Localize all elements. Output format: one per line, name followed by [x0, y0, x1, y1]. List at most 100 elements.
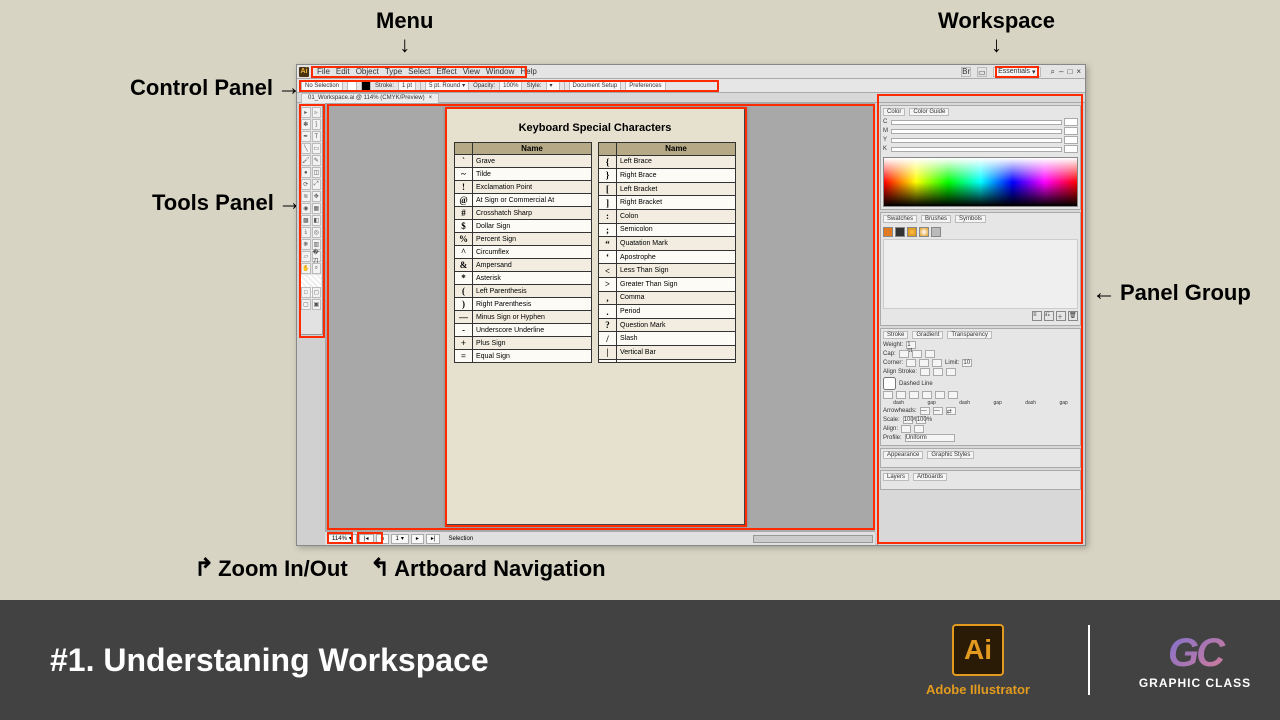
- align-arrow-tip-button[interactable]: [914, 425, 924, 433]
- fill-swatch[interactable]: [347, 81, 357, 91]
- tab-appearance[interactable]: Appearance: [883, 451, 923, 459]
- symbols-list-area[interactable]: [883, 239, 1078, 309]
- symbol-sprayer-tool-icon[interactable]: ❋: [301, 239, 311, 250]
- pen-tool-icon[interactable]: ✒: [301, 131, 311, 142]
- align-center-button[interactable]: [920, 368, 930, 376]
- blob-brush-tool-icon[interactable]: ●: [301, 167, 311, 178]
- align-inside-button[interactable]: [933, 368, 943, 376]
- zoom-level-select[interactable]: 114%▾: [327, 534, 357, 544]
- corner-bevel-button[interactable]: [932, 359, 942, 367]
- stroke-profile-select[interactable]: Uniform: [905, 434, 955, 442]
- close-tab-icon[interactable]: ×: [429, 95, 433, 101]
- tab-color-guide[interactable]: Color Guide: [909, 108, 949, 116]
- menu-select[interactable]: Select: [408, 67, 430, 76]
- stroke-weight-input[interactable]: 1 pt: [906, 341, 916, 349]
- menu-window[interactable]: Window: [486, 67, 514, 76]
- menu-effect[interactable]: Effect: [436, 67, 456, 76]
- pencil-tool-icon[interactable]: ✎: [312, 155, 321, 166]
- stroke-weight-input[interactable]: 1 pt: [398, 81, 416, 91]
- shape-builder-tool-icon[interactable]: ◉: [301, 203, 311, 214]
- draw-mode-normal-icon[interactable]: □: [301, 287, 311, 298]
- symbol-swatch[interactable]: [883, 227, 893, 237]
- menu-view[interactable]: View: [463, 67, 480, 76]
- eyedropper-tool-icon[interactable]: ⤓: [301, 227, 311, 238]
- magic-wand-tool-icon[interactable]: ✽: [301, 119, 311, 130]
- draw-mode-behind-icon[interactable]: ◻: [312, 287, 321, 298]
- miter-limit-input[interactable]: 10: [962, 359, 972, 367]
- rotate-tool-icon[interactable]: ⟳: [301, 179, 311, 190]
- align-outside-button[interactable]: [946, 368, 956, 376]
- tab-layers[interactable]: Layers: [883, 473, 909, 481]
- perspective-tool-icon[interactable]: ▦: [312, 203, 321, 214]
- artboard-nav-first-button[interactable]: |◂: [359, 534, 374, 544]
- stroke-swatch[interactable]: [361, 81, 371, 91]
- channel-value-input[interactable]: [1064, 127, 1078, 135]
- channel-slider[interactable]: [891, 129, 1062, 134]
- symbol-swatch[interactable]: [907, 227, 917, 237]
- delete-symbol-button[interactable]: 🗑: [1068, 311, 1078, 321]
- new-symbol-button[interactable]: ＋: [1056, 311, 1066, 321]
- bridge-icon[interactable]: Br: [961, 67, 971, 77]
- symbol-swatch[interactable]: [931, 227, 941, 237]
- lasso-tool-icon[interactable]: ⟆: [312, 119, 321, 130]
- hand-tool-icon[interactable]: ✋: [301, 263, 311, 274]
- tab-gradient[interactable]: Gradient: [912, 331, 943, 339]
- width-tool-icon[interactable]: ≋: [301, 191, 311, 202]
- gap-1-input[interactable]: [896, 391, 906, 399]
- horizontal-scrollbar[interactable]: [753, 535, 873, 543]
- dashed-line-checkbox[interactable]: [883, 377, 896, 390]
- paintbrush-tool-icon[interactable]: 🖌: [301, 155, 311, 166]
- channel-slider[interactable]: [891, 120, 1062, 125]
- tab-artboards[interactable]: Artboards: [913, 473, 947, 481]
- free-transform-tool-icon[interactable]: ✥: [312, 191, 321, 202]
- menu-file[interactable]: File: [317, 67, 330, 76]
- document-tab[interactable]: 01_Workspace.ai @ 114% (CMYK/Preview) ×: [301, 93, 439, 103]
- workspace-switcher[interactable]: Essentials ▾: [993, 67, 1040, 77]
- arrow-scale-start-input[interactable]: 100%: [903, 416, 913, 424]
- color-spectrum[interactable]: [883, 157, 1078, 207]
- channel-slider[interactable]: [891, 147, 1062, 152]
- corner-miter-button[interactable]: [906, 359, 916, 367]
- tab-symbols[interactable]: Symbols: [955, 215, 986, 223]
- cap-butt-button[interactable]: [899, 350, 909, 358]
- menu-edit[interactable]: Edit: [336, 67, 350, 76]
- rectangle-tool-icon[interactable]: ▭: [312, 143, 321, 154]
- dash-3-input[interactable]: [935, 391, 945, 399]
- symbol-library-button[interactable]: ≡: [1032, 311, 1042, 321]
- line-tool-icon[interactable]: ╲: [301, 143, 311, 154]
- corner-round-button[interactable]: [919, 359, 929, 367]
- artboard-nav-select[interactable]: 1▾: [391, 534, 409, 544]
- close-icon[interactable]: ×: [1076, 67, 1081, 77]
- artboard-nav-next-button[interactable]: ▸: [411, 534, 424, 544]
- preferences-button[interactable]: Preferences: [625, 81, 665, 91]
- gap-2-input[interactable]: [922, 391, 932, 399]
- style-select[interactable]: ▾: [546, 81, 560, 91]
- channel-value-input[interactable]: [1064, 145, 1078, 153]
- zoom-tool-icon[interactable]: ⌕: [312, 263, 321, 274]
- minimize-icon[interactable]: –: [1059, 67, 1063, 77]
- change-screen-icon[interactable]: ▣: [312, 299, 321, 310]
- tab-swatches[interactable]: Swatches: [883, 215, 917, 223]
- maximize-icon[interactable]: □: [1067, 67, 1072, 77]
- brush-select[interactable]: 5 pt. Round▾: [425, 81, 469, 91]
- search-icon[interactable]: ⌕: [1051, 67, 1055, 77]
- artboard-nav-last-button[interactable]: ▸|: [426, 534, 441, 544]
- gradient-tool-icon[interactable]: ◧: [312, 215, 321, 226]
- channel-value-input[interactable]: [1064, 136, 1078, 144]
- dash-2-input[interactable]: [909, 391, 919, 399]
- direct-selection-tool-icon[interactable]: ▹: [312, 107, 321, 118]
- scale-tool-icon[interactable]: ⤢: [312, 179, 321, 190]
- type-tool-icon[interactable]: T: [312, 131, 321, 142]
- align-arrow-extend-button[interactable]: [901, 425, 911, 433]
- blend-tool-icon[interactable]: ◎: [312, 227, 321, 238]
- screen-mode-icon[interactable]: ▢: [301, 299, 311, 310]
- tab-graphic-styles[interactable]: Graphic Styles: [927, 451, 974, 459]
- channel-slider[interactable]: [891, 138, 1062, 143]
- artboard-nav-prev-button[interactable]: ◂: [376, 534, 389, 544]
- cap-round-button[interactable]: [912, 350, 922, 358]
- menu-object[interactable]: Object: [356, 67, 379, 76]
- symbol-swatch[interactable]: [919, 227, 929, 237]
- dash-1-input[interactable]: [883, 391, 893, 399]
- mesh-tool-icon[interactable]: ▩: [301, 215, 311, 226]
- arrange-docs-icon[interactable]: ▭: [977, 67, 987, 77]
